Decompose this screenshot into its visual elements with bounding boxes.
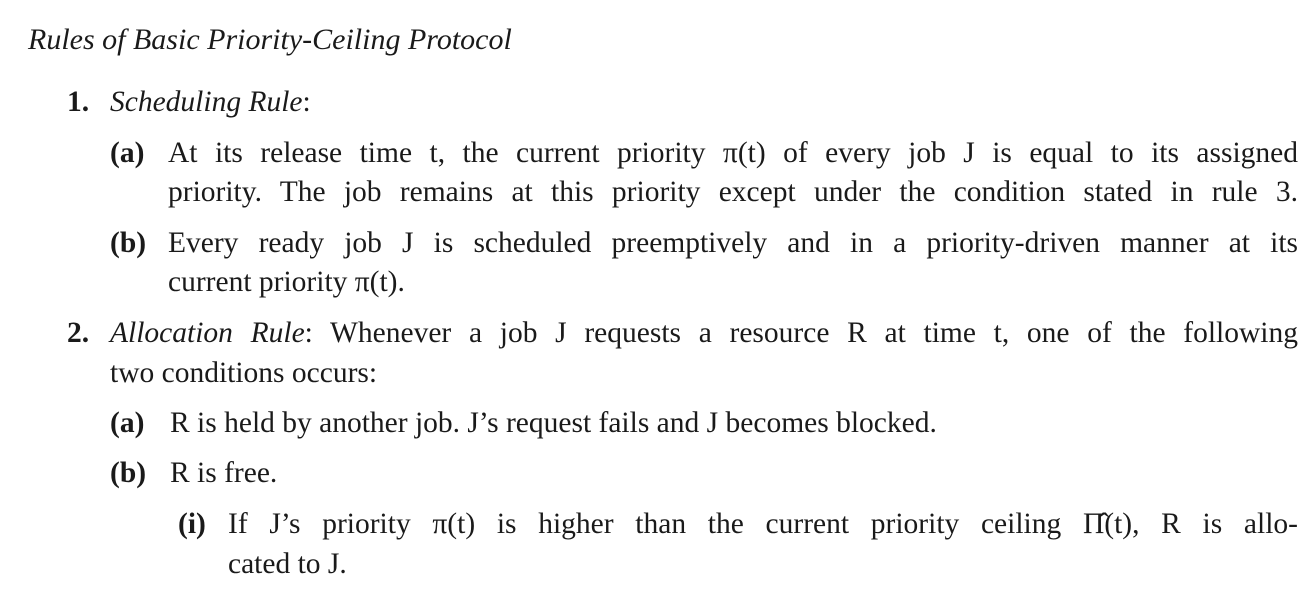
rule-1a-line-2: priority. The job remains at this priori… bbox=[168, 176, 1298, 208]
rule-2b-text: R is free. bbox=[170, 457, 278, 489]
rule-2a-label: (a) bbox=[110, 407, 145, 439]
rule-2-line-1-rest: : Whenever a job J requests a resource R… bbox=[304, 317, 1298, 349]
rule-1-heading: Scheduling Rule: bbox=[110, 84, 311, 120]
rule-2b-label: (b) bbox=[110, 457, 147, 489]
rule-1b-line-1: Every ready job J is scheduled preemptiv… bbox=[168, 227, 1298, 259]
rule-2-name: Allocation Rule bbox=[110, 317, 305, 349]
document-page: Rules of Basic Priority-Ceiling Protocol… bbox=[0, 0, 1310, 592]
rule-2-line-1: Allocation Rule: Whenever a job J reques… bbox=[110, 315, 1298, 351]
rule-2a-text: R is held by another job. J’s request fa… bbox=[170, 407, 937, 439]
page-title: Rules of Basic Priority-Ceiling Protocol bbox=[28, 23, 512, 56]
rule-1a-label: (a) bbox=[110, 137, 145, 169]
rule-1-name-suffix: : bbox=[302, 86, 311, 118]
rule-1b-label: (b) bbox=[110, 227, 147, 259]
rule-2-line-2: two conditions occurs: bbox=[110, 357, 378, 389]
rule-2bi-line-2: cated to J. bbox=[228, 548, 347, 580]
rule-1-name: Scheduling Rule bbox=[110, 86, 303, 118]
rule-2-number: 2. bbox=[67, 317, 90, 349]
rule-1a-line-1: At its release time t, the current prior… bbox=[168, 137, 1298, 169]
rule-1b-line-2: current priority π(t). bbox=[168, 266, 405, 298]
rule-1-number: 1. bbox=[67, 86, 90, 118]
rule-2bi-label: (i) bbox=[178, 508, 206, 540]
rule-2bi-line-1: If J’s priority π(t) is higher than the … bbox=[228, 508, 1298, 540]
